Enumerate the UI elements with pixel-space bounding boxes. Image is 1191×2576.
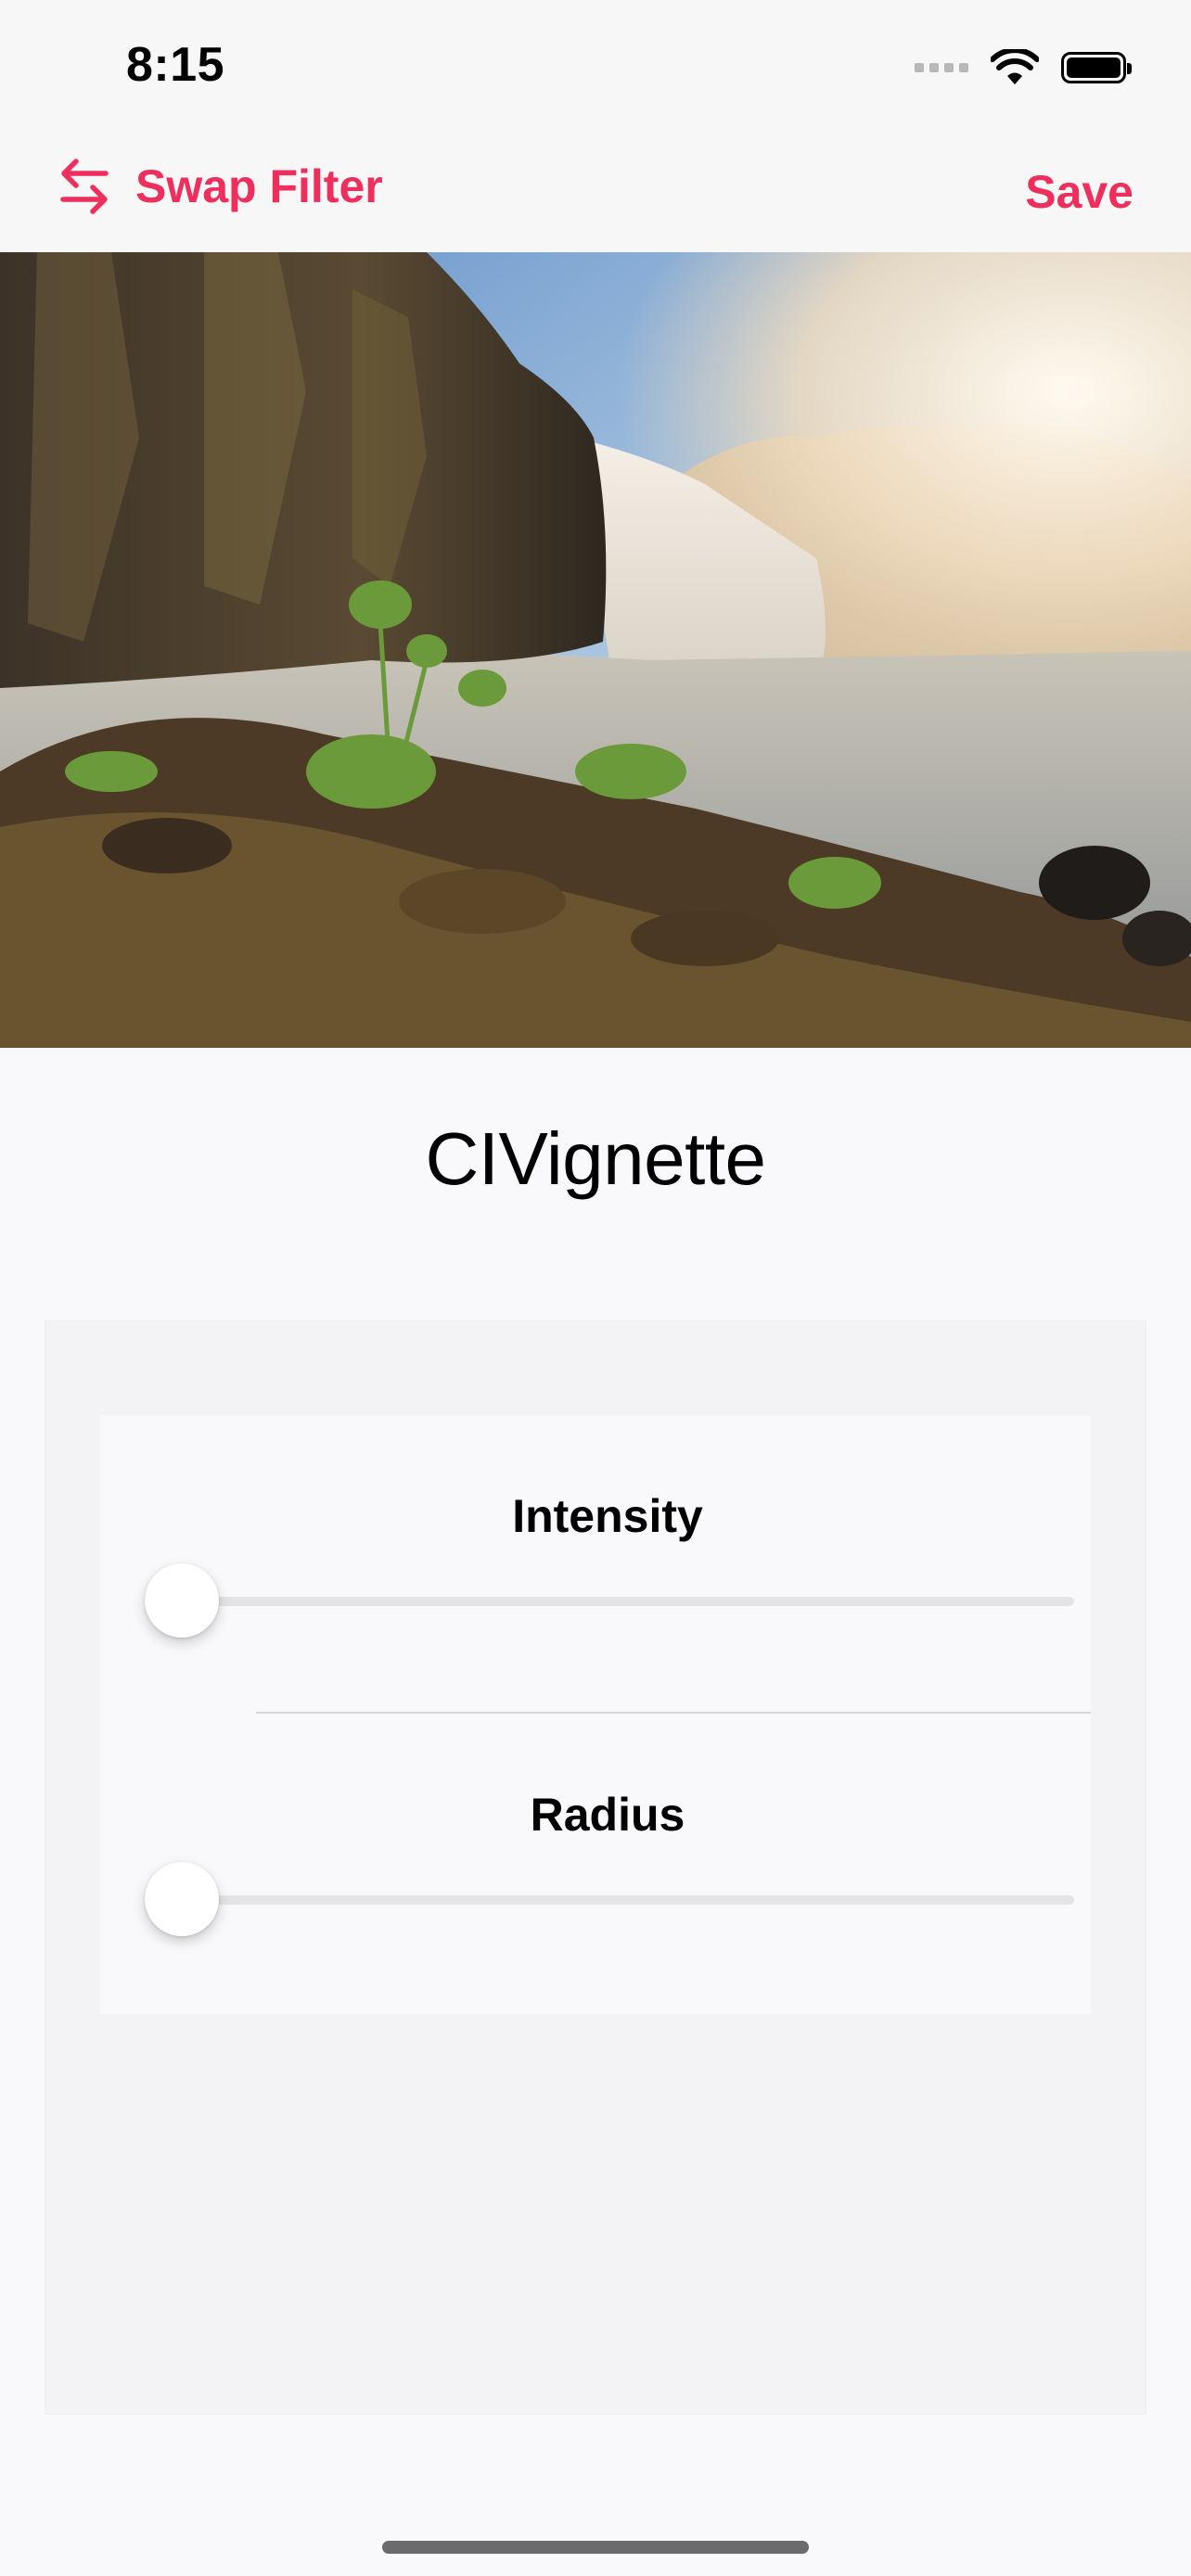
intensity-slider-thumb[interactable] bbox=[145, 1563, 219, 1638]
radius-slider-track bbox=[182, 1895, 1074, 1905]
radius-slider[interactable] bbox=[145, 1862, 1074, 1936]
filter-name: CIVignette bbox=[425, 1117, 766, 1200]
waterfall-photo bbox=[0, 252, 1191, 1048]
battery-icon bbox=[1061, 52, 1132, 83]
intensity-slider[interactable] bbox=[145, 1563, 1074, 1638]
intensity-label: Intensity bbox=[512, 1490, 703, 1542]
swap-filter-label: Swap Filter bbox=[135, 160, 383, 212]
intensity-slider-track bbox=[182, 1597, 1074, 1606]
swap-filter-button[interactable]: Swap Filter bbox=[58, 158, 383, 215]
radius-label: Radius bbox=[530, 1789, 685, 1841]
wifi-icon bbox=[991, 49, 1039, 84]
radius-row: Radius bbox=[100, 1714, 1091, 2014]
intensity-row: Intensity bbox=[100, 1415, 1091, 1712]
top-bar: 8:15 Swap Filter Save bbox=[0, 0, 1191, 252]
status-time: 8:15 bbox=[126, 38, 225, 92]
cellular-signal-icon bbox=[915, 63, 968, 72]
status-icons bbox=[915, 45, 1132, 91]
swap-arrows-icon bbox=[60, 159, 109, 214]
save-button[interactable]: Save bbox=[1025, 165, 1133, 219]
home-indicator bbox=[382, 2541, 809, 2554]
controls-list: Intensity Radius bbox=[100, 1415, 1091, 2014]
radius-slider-thumb[interactable] bbox=[145, 1862, 219, 1936]
